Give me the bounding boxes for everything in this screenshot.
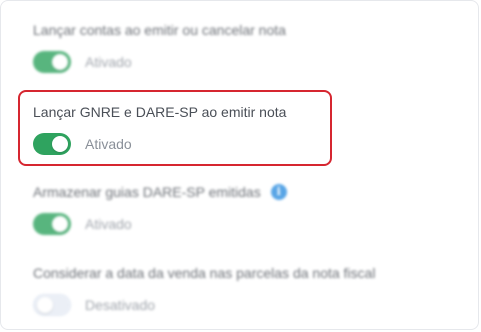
toggle-switch[interactable] [33,51,71,73]
toggle-switch[interactable] [33,213,71,235]
toggle-knob [37,297,53,313]
setting-lancar-contas: Lançar contas ao emitir ou cancelar nota… [33,21,453,73]
toggle-switch[interactable] [33,294,71,316]
toggle-knob [52,136,68,152]
setting-title: Lançar contas ao emitir ou cancelar nota [33,22,286,38]
toggle-switch[interactable] [33,133,71,155]
toggle-knob [52,216,68,232]
settings-panel: Lançar contas ao emitir ou cancelar nota… [0,0,479,330]
setting-lancar-gnre-dare: Lançar GNRE e DARE-SP ao emitir nota Ati… [33,103,453,155]
info-icon[interactable]: i [270,184,287,200]
toggle-status: Ativado [85,136,132,152]
setting-considerar-data-venda: Considerar a data da venda nas parcelas … [33,264,453,316]
toggle-status: Desativado [85,297,156,313]
setting-title: Considerar a data da venda nas parcelas … [33,265,376,281]
setting-title: Armazenar guias DARE-SP emitidas [33,184,261,200]
setting-title: Lançar GNRE e DARE-SP ao emitir nota [33,104,287,120]
setting-title-row: Armazenar guias DARE-SP emitidas i [33,183,453,201]
setting-armazenar-guias: Armazenar guias DARE-SP emitidas i Ativa… [33,183,453,235]
toggle-knob [52,54,68,70]
toggle-status: Ativado [85,54,132,70]
toggle-status: Ativado [85,216,132,232]
